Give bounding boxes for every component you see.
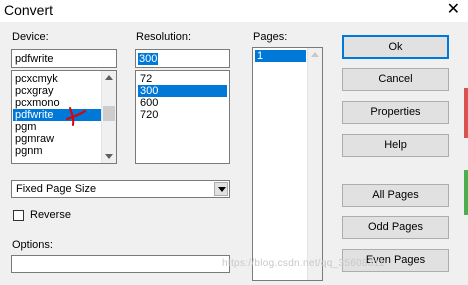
close-icon[interactable]: ✕: [447, 1, 460, 19]
page-size-value: Fixed Page Size: [16, 183, 97, 195]
resolution-item-600[interactable]: 600: [138, 97, 227, 109]
scroll-thumb[interactable]: [103, 106, 115, 121]
pages-list[interactable]: 1: [252, 47, 323, 281]
title-bar: Convert ✕: [0, 0, 468, 22]
reverse-checkbox[interactable]: [13, 210, 24, 221]
cancel-button[interactable]: Cancel: [342, 68, 449, 91]
device-item-pgnm[interactable]: pgnm: [13, 145, 101, 157]
help-button[interactable]: Help: [342, 134, 449, 157]
resolution-item-720[interactable]: 720: [138, 109, 227, 121]
pages-item-1[interactable]: 1: [255, 50, 306, 62]
options-input[interactable]: [11, 255, 230, 273]
dropdown-button[interactable]: [214, 182, 228, 196]
resolution-input-value: 300: [138, 53, 159, 65]
properties-button[interactable]: Properties: [342, 101, 449, 124]
window-title: Convert: [4, 2, 54, 18]
odd-pages-button[interactable]: Odd Pages: [342, 216, 449, 239]
pages-label: Pages:: [253, 31, 288, 43]
device-input[interactable]: pdfwrite: [11, 49, 117, 68]
resolution-list[interactable]: 72 300 600 720: [135, 70, 230, 164]
background-edge-strip: [464, 170, 468, 215]
options-label: Options:: [12, 239, 53, 251]
resolution-label: Resolution:: [136, 31, 192, 43]
resolution-item-72[interactable]: 72: [138, 73, 227, 85]
all-pages-button[interactable]: All Pages: [342, 184, 449, 207]
scroll-up-icon[interactable]: [311, 52, 319, 57]
device-list[interactable]: pcxcmyk pcxgray pcxmono pdfwrite pgm pgm…: [11, 70, 117, 164]
resolution-item-300[interactable]: 300: [138, 85, 227, 97]
pages-list-scrollbar[interactable]: [307, 48, 322, 280]
background-edge-strip: [464, 88, 468, 138]
device-item-pgmraw[interactable]: pgmraw: [13, 133, 101, 145]
device-input-value: pdfwrite: [15, 53, 54, 65]
page-size-select[interactable]: Fixed Page Size: [11, 180, 230, 198]
device-list-scrollbar[interactable]: [101, 71, 116, 163]
ok-button[interactable]: Ok: [342, 35, 449, 59]
chevron-down-icon: [218, 187, 226, 192]
device-label: Device:: [12, 31, 49, 43]
device-item-pcxcmyk[interactable]: pcxcmyk: [13, 73, 101, 85]
reverse-label: Reverse: [30, 209, 71, 221]
scroll-up-icon[interactable]: [105, 75, 113, 80]
scroll-down-icon[interactable]: [105, 154, 113, 159]
watermark: https://blog.csdn.net/qq_35608311: [222, 258, 385, 269]
red-annotation-mark: [66, 107, 86, 126]
resolution-input[interactable]: 300: [135, 49, 230, 68]
device-item-pcxgray[interactable]: pcxgray: [13, 85, 101, 97]
